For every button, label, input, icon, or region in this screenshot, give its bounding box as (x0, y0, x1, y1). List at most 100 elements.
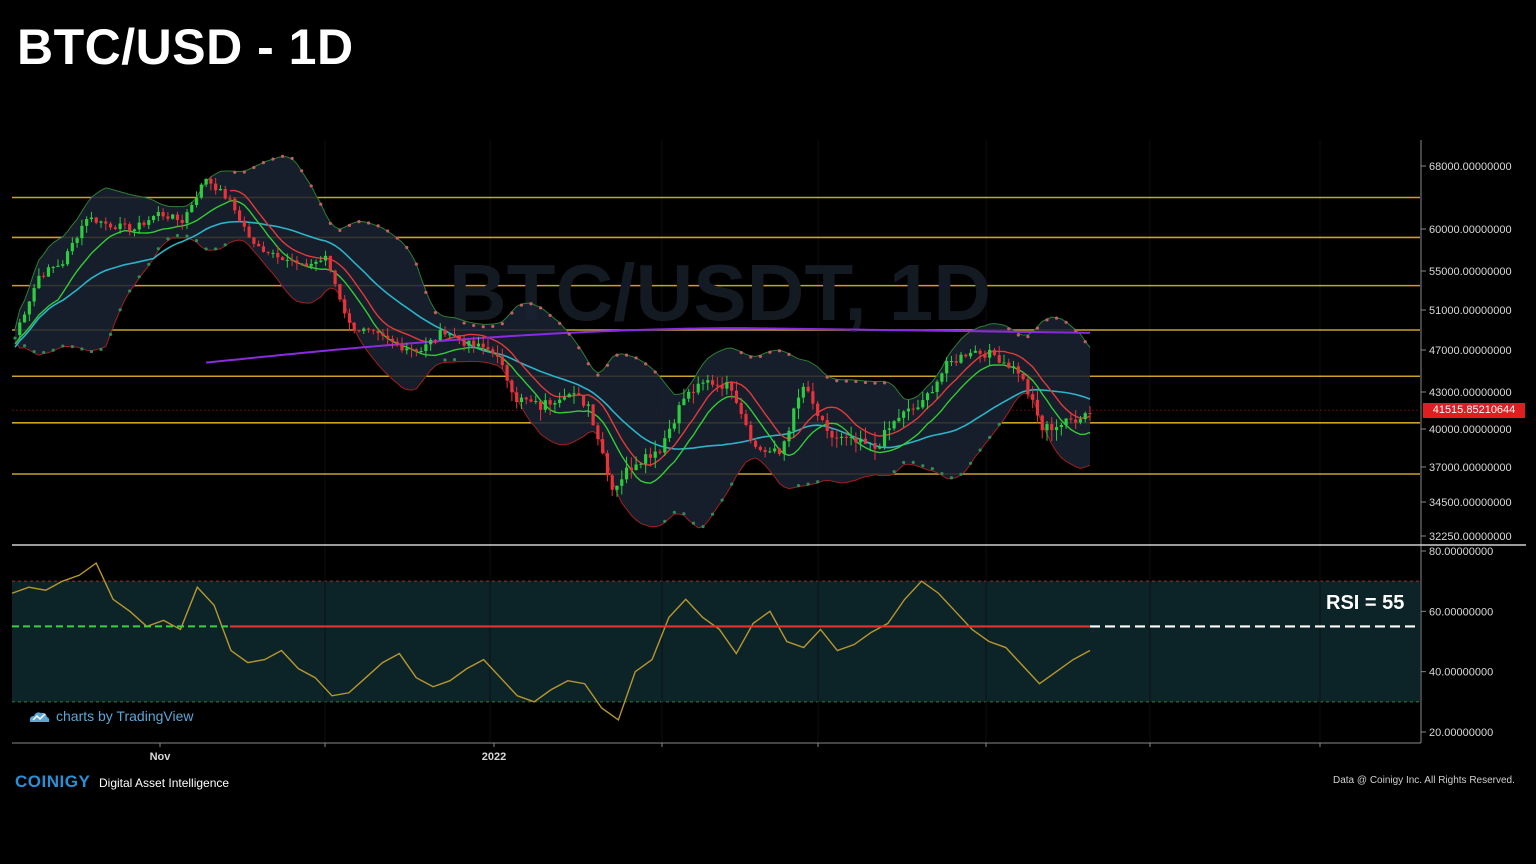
trend-dot (586, 362, 590, 366)
candle-body (376, 330, 380, 334)
candle-body (89, 217, 94, 220)
trend-dot (395, 236, 399, 240)
trend-dot (175, 233, 180, 238)
trend-dot (682, 512, 686, 516)
trend-dot (347, 223, 352, 227)
candle-body (1069, 418, 1073, 420)
candle-body (357, 330, 361, 332)
trend-dot (309, 184, 313, 188)
candle-body (940, 373, 944, 382)
candle-body (1059, 424, 1063, 428)
candle-body (190, 205, 194, 213)
candle-body (371, 329, 375, 331)
trend-dot (252, 165, 256, 170)
trend-dot (300, 169, 304, 173)
candle-body (529, 399, 533, 402)
candle-body (505, 365, 509, 381)
candle-body (37, 275, 41, 289)
candle-body (620, 479, 624, 486)
trend-dot (988, 435, 992, 439)
candle-body (968, 352, 973, 357)
trend-dot (42, 350, 46, 355)
copyright-text: Data @ Coinigy Inc. All Rights Reserved. (1333, 775, 1515, 786)
trend-dot (386, 229, 390, 233)
candle-body (825, 420, 829, 431)
trend-dot (51, 348, 55, 352)
candle-body (22, 314, 27, 323)
candle-body (581, 395, 586, 406)
trend-dot (424, 290, 428, 294)
candle-body (94, 217, 98, 223)
candle-body (653, 451, 657, 458)
trend-dot (596, 373, 600, 377)
candle-body (452, 334, 457, 336)
candle-body (906, 408, 911, 412)
candle-body (682, 398, 686, 406)
candle-body (605, 453, 610, 476)
trend-dot (233, 170, 237, 174)
candle-body (242, 220, 246, 227)
candle-body (806, 386, 810, 392)
candle-body (462, 339, 466, 346)
tradingview-credit[interactable]: charts by TradingView (28, 708, 193, 724)
trend-dot (443, 358, 447, 362)
candle-body (252, 237, 256, 244)
trend-dot (940, 471, 944, 476)
candle-body (844, 436, 848, 438)
candle-body (601, 439, 605, 454)
trend-dot (959, 472, 963, 476)
candle-body (486, 347, 490, 350)
time-tick-label: 2022 (482, 751, 506, 763)
candle-body (448, 334, 452, 336)
candle-body (233, 198, 237, 211)
trend-dot (1064, 320, 1068, 324)
candle-body (892, 421, 896, 429)
candle-body (166, 216, 170, 219)
btc-chart[interactable]: BTC/USDT, 1D 68000.0000000060000.0000000… (0, 0, 1536, 864)
candle-body (515, 392, 519, 403)
candle-body (558, 399, 562, 404)
trend-dot (472, 323, 476, 328)
candle-body (1078, 419, 1083, 423)
trend-dot (166, 237, 170, 241)
candle-body (285, 259, 289, 261)
trend-dot (567, 332, 571, 336)
candle-body (128, 224, 132, 232)
candle-body (782, 441, 786, 455)
candle-body (395, 341, 399, 345)
candle-body (156, 212, 160, 217)
trend-dot (997, 422, 1001, 426)
trend-dot (844, 379, 848, 383)
trend-dot (548, 313, 552, 318)
candle-body (309, 263, 313, 267)
trend-dot (519, 303, 524, 307)
candle-body (988, 349, 992, 358)
candle-body (534, 400, 538, 402)
trend-dot (854, 379, 858, 384)
candle-body (519, 397, 524, 403)
candle-body (1016, 366, 1020, 374)
candle-body (280, 257, 285, 261)
candle-body (491, 349, 495, 354)
candle-body (882, 429, 887, 447)
candle-body (266, 251, 270, 253)
candle-body (648, 454, 653, 458)
trend-dot (739, 351, 743, 355)
candle-body (758, 446, 762, 450)
trend-dot (663, 519, 667, 523)
coinigy-logo: COINIGY (15, 772, 91, 791)
candle-body (319, 260, 323, 262)
trend-dot (357, 220, 361, 224)
candle-body (992, 349, 997, 356)
trend-dot (462, 321, 466, 325)
price-tick-label: 37000.00000000 (1429, 462, 1512, 474)
trend-dot (156, 247, 160, 251)
candle-body (672, 423, 676, 429)
candle-body (304, 263, 309, 267)
candle-body (171, 214, 175, 219)
candle-body (796, 397, 801, 409)
candle-body (300, 263, 304, 265)
trend-dot (1007, 327, 1011, 331)
candle-body (18, 322, 22, 336)
trend-dot (280, 154, 285, 158)
